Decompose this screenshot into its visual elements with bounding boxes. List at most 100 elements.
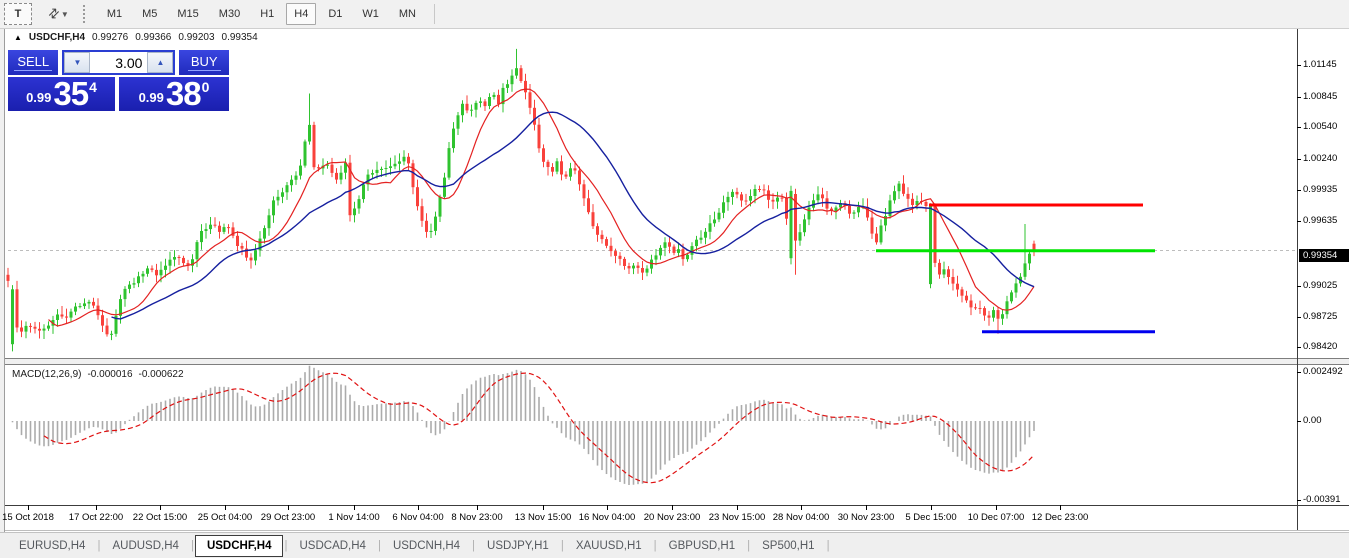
candle-body: [448, 148, 451, 178]
chart-tab-usdcnh[interactable]: USDCNH,H4: [382, 537, 471, 555]
candle-body: [241, 246, 244, 249]
timeframe-button-mn[interactable]: MN: [391, 3, 424, 25]
macd-value-main: -0.000016: [87, 369, 132, 380]
text-tool-button[interactable]: T: [4, 3, 32, 25]
candle-body: [169, 260, 172, 266]
candle-body: [227, 227, 230, 228]
candle-body: [299, 166, 302, 176]
candle-body: [790, 191, 793, 258]
candle-body: [74, 307, 77, 312]
time-axis-label: 20 Nov 23:00: [644, 512, 701, 523]
arrange-arrows-button[interactable]: ⇅ ▼: [36, 4, 73, 24]
candle-body: [628, 266, 631, 268]
candle-body: [1001, 314, 1004, 319]
timeframe-button-d1[interactable]: D1: [320, 3, 350, 25]
tab-separator: |: [378, 540, 381, 552]
chart-tab-usdcad[interactable]: USDCAD,H4: [288, 537, 376, 555]
candle-body: [47, 326, 50, 329]
time-axis-label: 10 Dec 07:00: [968, 512, 1025, 523]
axis-label: 1.00845: [1303, 91, 1337, 102]
candle-body: [20, 328, 23, 332]
candle-body: [911, 199, 914, 205]
tab-separator: |: [827, 540, 830, 552]
chart-tab-usdjpy[interactable]: USDJPY,H1: [476, 537, 560, 555]
axis-label: 0.99935: [1303, 184, 1337, 195]
volume-input[interactable]: [90, 52, 147, 73]
candle-body: [578, 171, 581, 185]
candle-body: [533, 108, 536, 125]
candle-body: [875, 234, 878, 243]
candle-body: [106, 326, 109, 335]
candle-body: [380, 169, 383, 170]
candle-body: [722, 202, 725, 213]
buy-button[interactable]: BUY: [179, 50, 229, 75]
candle-body: [236, 236, 239, 246]
timeframe-toolbar: M1M5M15M30H1H4D1W1MN: [97, 3, 426, 25]
candle-body: [497, 95, 500, 104]
volume-decrease-button[interactable]: ▼: [64, 52, 90, 73]
candle-body: [403, 157, 406, 162]
tab-separator: |: [561, 540, 564, 552]
candle-body: [425, 221, 428, 232]
candle-body: [997, 310, 1000, 319]
candle-body: [88, 302, 91, 304]
time-axis-label: 12 Dec 23:00: [1032, 512, 1089, 523]
timeframe-button-m1[interactable]: M1: [99, 3, 130, 25]
time-axis-label: 25 Oct 04:00: [198, 512, 252, 523]
candle-body: [808, 208, 811, 220]
candle-body: [182, 258, 185, 263]
candle-body: [160, 270, 163, 276]
candle-body: [673, 247, 676, 253]
candle-body: [659, 248, 662, 256]
candle-body: [389, 166, 392, 168]
candle-body: [146, 268, 149, 273]
candle-body: [763, 189, 766, 190]
chart-tab-usdchf[interactable]: USDCHF,H4: [195, 535, 284, 557]
axis-label: 0.99635: [1303, 215, 1337, 226]
candle-body: [151, 268, 154, 270]
candle-body: [569, 168, 572, 176]
timeframe-button-m15[interactable]: M15: [169, 3, 206, 25]
candle-body: [38, 329, 41, 331]
volume-increase-button[interactable]: ▲: [147, 52, 173, 73]
candle-body: [11, 289, 14, 344]
candle-body: [200, 231, 203, 242]
candle-body: [713, 220, 716, 224]
pane-splitter: [5, 359, 1349, 364]
candle-body: [295, 176, 298, 180]
candle-body: [803, 219, 806, 232]
candle-body: [934, 206, 937, 263]
timeframe-button-h4[interactable]: H4: [286, 3, 316, 25]
chart-tab-sp500[interactable]: SP500,H1: [751, 537, 825, 555]
chart-tab-xauusd[interactable]: XAUUSD,H1: [565, 537, 653, 555]
timeframe-button-w1[interactable]: W1: [354, 3, 387, 25]
candle-body: [353, 209, 356, 216]
chart-tab-audusd[interactable]: AUDUSD,H4: [101, 537, 189, 555]
candle-body: [799, 232, 802, 240]
candle-body: [902, 184, 905, 194]
timeframe-button-m5[interactable]: M5: [134, 3, 165, 25]
candle-body: [983, 308, 986, 315]
timeframe-button-h1[interactable]: H1: [252, 3, 282, 25]
candle-body: [538, 125, 541, 149]
timeframe-button-m30[interactable]: M30: [211, 3, 248, 25]
buy-quote-button[interactable]: 0.99 38 0: [119, 77, 229, 111]
candle-body: [610, 246, 613, 251]
candle-body: [574, 168, 577, 170]
candle-body: [335, 173, 338, 180]
candle-body: [268, 215, 271, 228]
candle-body: [740, 194, 743, 200]
chart-title: ▲ USDCHF,H4 0.99276 0.99366 0.99203 0.99…: [14, 32, 258, 43]
candle-body: [290, 180, 293, 186]
candle-body: [704, 232, 707, 238]
tab-separator: |: [191, 540, 194, 552]
sell-quote-button[interactable]: 0.99 35 4: [8, 77, 115, 111]
candle-body: [664, 242, 667, 248]
chart-tab-gbpusd[interactable]: GBPUSD,H1: [658, 537, 746, 555]
chart-tab-eurusd[interactable]: EURUSD,H4: [8, 537, 96, 555]
candle-body: [938, 263, 941, 275]
candle-body: [925, 202, 928, 206]
candle-body: [439, 197, 442, 217]
candle-body: [632, 266, 635, 269]
sell-button[interactable]: SELL: [8, 50, 58, 75]
